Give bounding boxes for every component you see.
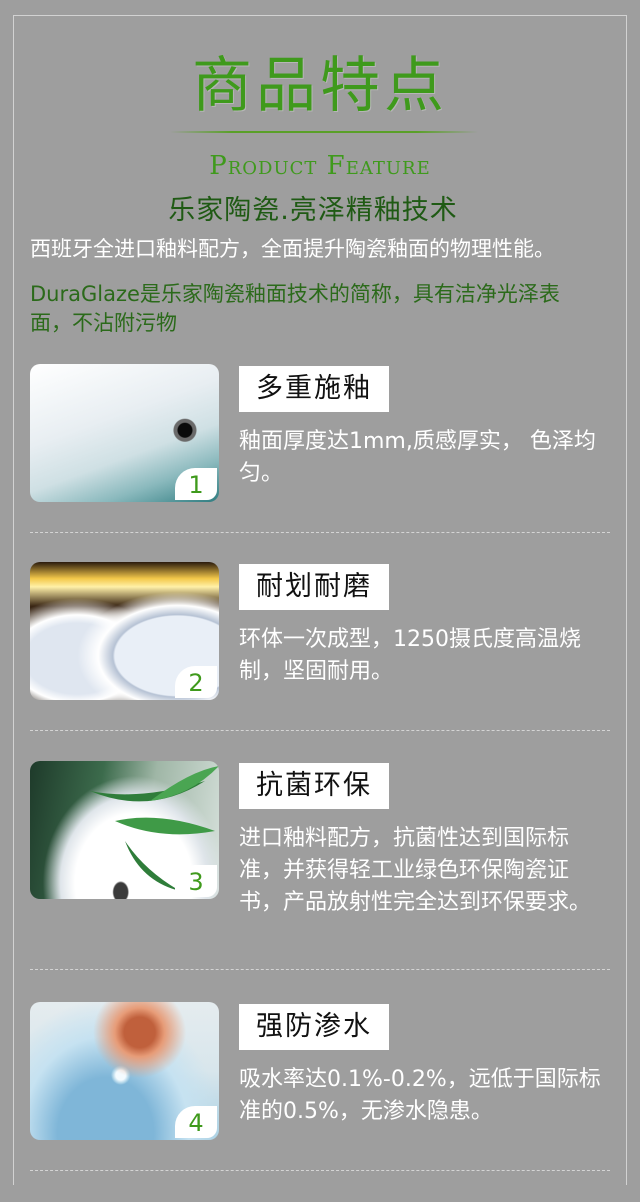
- feature-text: 吸水率达0.1%-0.2%，远低于国际标准的0.5%，无渗水隐患。: [239, 1067, 601, 1124]
- feature-item: 2 耐划耐磨 环体一次成型，1250摄氏度高温烧制，坚固耐用。: [30, 562, 610, 762]
- feature-item: 1 多重施釉 釉面厚度达1mm,质感厚实， 色泽均匀。: [30, 364, 610, 564]
- washbasin-drain-photo: 1: [30, 364, 219, 502]
- kiln-ceramic-rings-photo: 2: [30, 562, 219, 700]
- feature-number-badge: 2: [175, 666, 217, 698]
- feature-title: 强防渗水: [239, 1004, 389, 1050]
- basin-bamboo-leaves-photo: 3: [30, 761, 219, 899]
- english-subtitle: Product Feature: [209, 151, 431, 181]
- feature-text: 釉面厚度达1mm,质感厚实， 色泽均匀。: [239, 429, 596, 486]
- feature-title: 多重施釉: [239, 366, 389, 412]
- dashed-divider: [30, 1170, 610, 1171]
- dashed-divider: [30, 730, 610, 731]
- feature-number-badge: 4: [175, 1106, 217, 1138]
- feature-title: 耐划耐磨: [239, 564, 389, 610]
- duraglaze-description: DuraGlaze是乐家陶瓷釉面技术的简称，具有洁净光泽表面，不沾附污物: [30, 282, 560, 335]
- feature-number-badge: 1: [175, 468, 217, 500]
- water-droplet-finger-photo: 4: [30, 1002, 219, 1140]
- feature-text: 进口釉料配方，抗菌性达到国际标准，并获得轻工业绿色环保陶瓷证书，产品放射性完全达…: [239, 826, 592, 915]
- feature-item: 4 强防渗水 吸水率达0.1%-0.2%，远低于国际标准的0.5%，无渗水隐患。: [30, 1002, 610, 1202]
- dashed-divider: [30, 532, 610, 533]
- tagline: 乐家陶瓷.亮泽精釉技术: [168, 195, 458, 226]
- title-divider: [170, 131, 478, 133]
- feature-title: 抗菌环保: [239, 763, 389, 809]
- page-title: 商品特点: [192, 51, 448, 121]
- feature-number-badge: 3: [175, 865, 217, 897]
- feature-text: 环体一次成型，1250摄氏度高温烧制，坚固耐用。: [239, 627, 581, 684]
- description: 西班牙全进口釉料配方，全面提升陶瓷釉面的物理性能。: [30, 237, 555, 261]
- dashed-divider: [30, 969, 610, 970]
- feature-item: 3 抗菌环保 进口釉料配方，抗菌性达到国际标准，并获得轻工业绿色环保陶瓷证书，产…: [30, 761, 610, 970]
